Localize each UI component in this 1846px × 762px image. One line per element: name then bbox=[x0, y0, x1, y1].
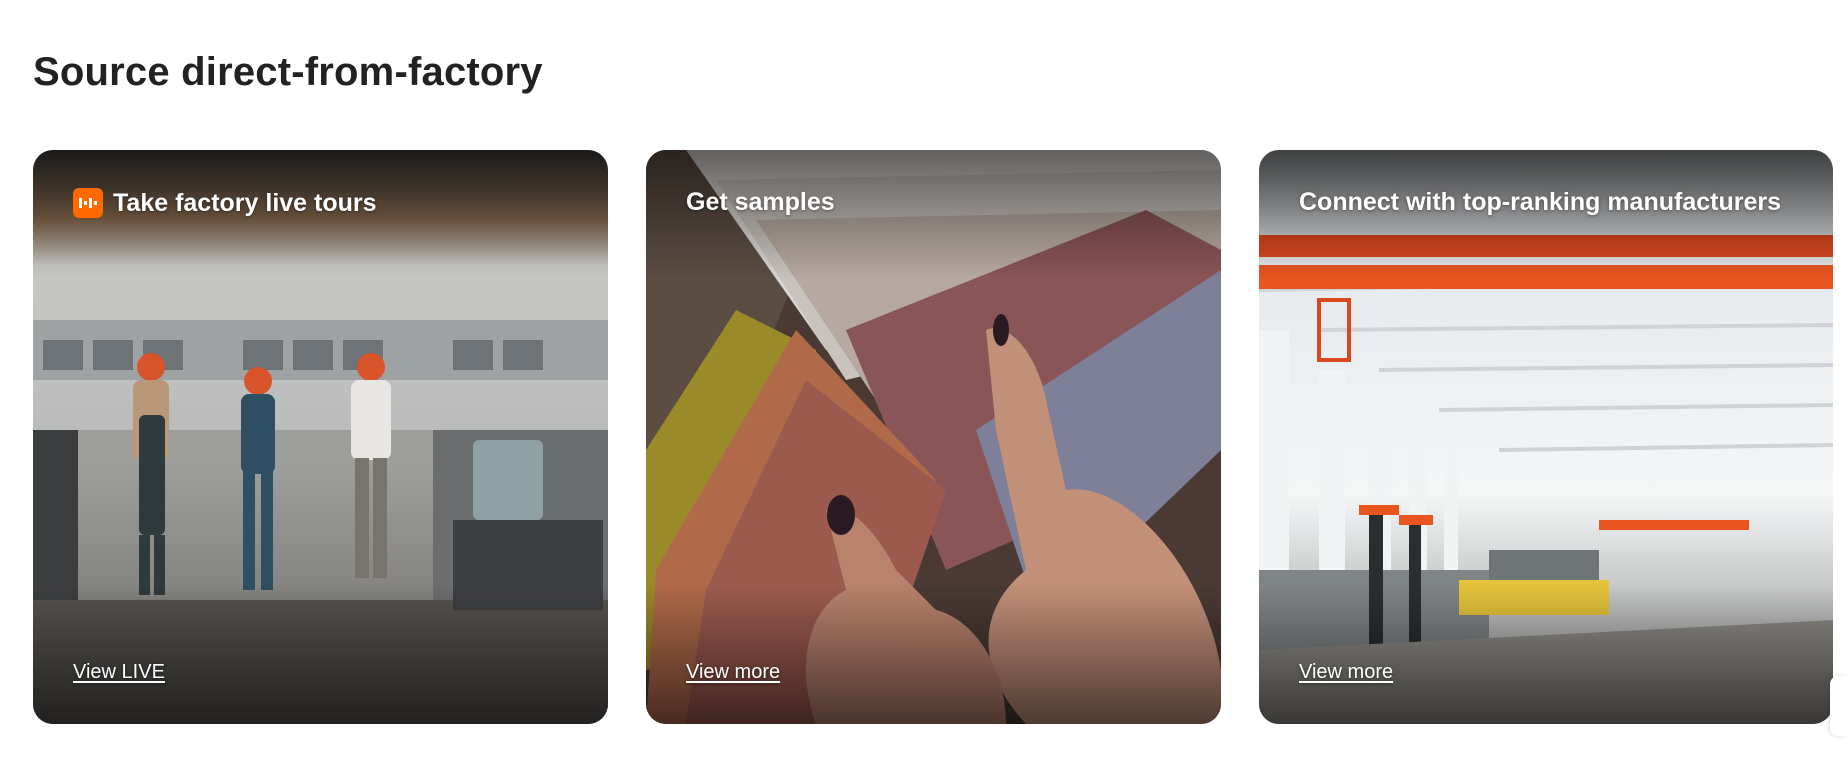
card-header: Take factory live tours bbox=[73, 188, 377, 218]
view-live-link[interactable]: View LIVE bbox=[73, 661, 165, 684]
view-more-link[interactable]: View more bbox=[686, 661, 780, 684]
card-header: Get samples bbox=[686, 188, 835, 217]
card-get-samples[interactable]: Get samples View more bbox=[646, 150, 1221, 724]
card-factory-live-tours[interactable]: Take factory live tours View LIVE bbox=[33, 150, 608, 724]
live-icon bbox=[73, 188, 103, 218]
card-title: Connect with top-ranking manufacturers bbox=[1299, 188, 1781, 216]
section-title: Source direct-from-factory bbox=[33, 50, 543, 94]
card-header: Connect with top-ranking manufacturers bbox=[1299, 188, 1781, 217]
card-title: Take factory live tours bbox=[113, 188, 377, 217]
page: Source direct-from-factory Take factory … bbox=[0, 0, 1846, 762]
card-top-manufacturers[interactable]: Connect with top-ranking manufacturers V… bbox=[1259, 150, 1833, 724]
side-panel-tab[interactable] bbox=[1830, 676, 1846, 736]
view-more-link[interactable]: View more bbox=[1299, 661, 1393, 684]
card-title: Get samples bbox=[686, 188, 835, 216]
